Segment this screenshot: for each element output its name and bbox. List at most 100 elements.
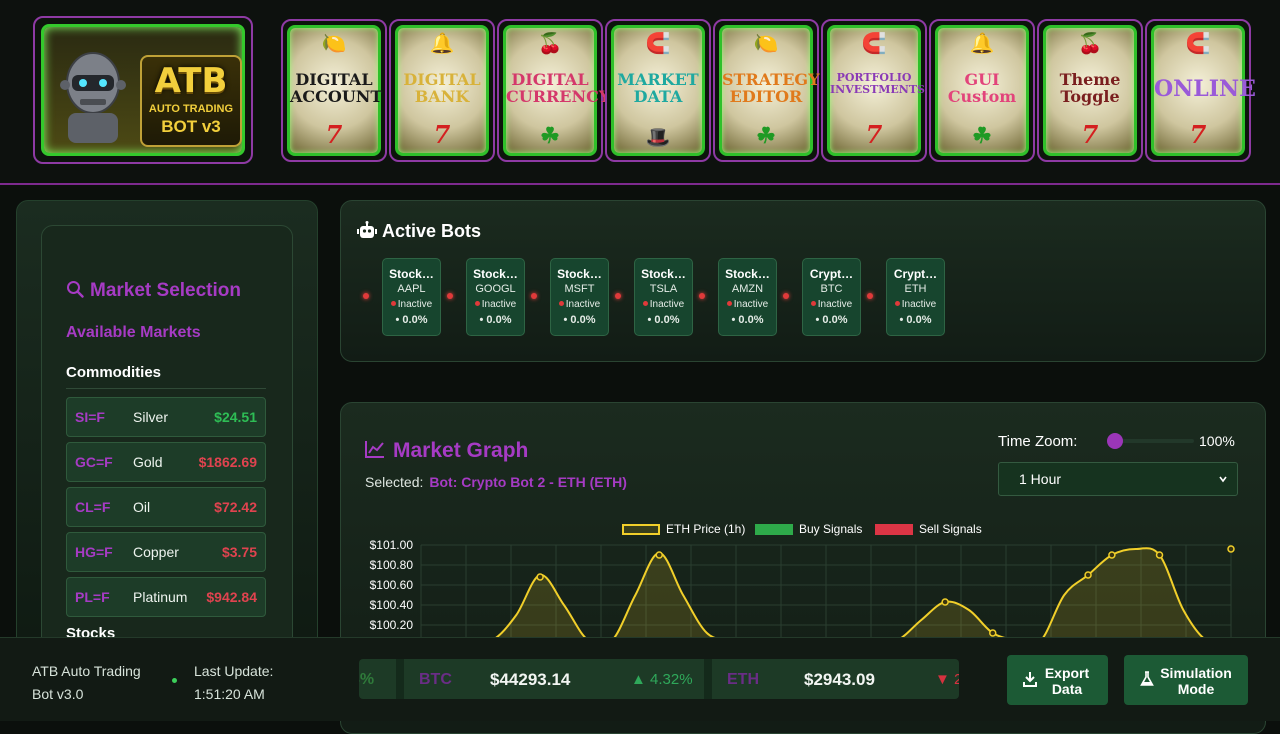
price-point[interactable]: [1227, 545, 1235, 553]
y-tick-label: $100.40: [370, 598, 414, 612]
slot-tile[interactable]: 🧲 MARKET DATA 🎩: [605, 19, 711, 162]
market-symbol: CL=F: [75, 499, 111, 515]
time-zoom-label: Time Zoom:: [998, 433, 1078, 450]
slot-reel-icon: ☘: [540, 123, 560, 149]
bot-symbol: BTC: [820, 283, 843, 295]
available-markets-heading: Available Markets: [66, 324, 201, 341]
bot-card[interactable]: Stock… GOOGL Inactive • 0.0%: [466, 258, 525, 336]
last-update-time: 1:51:20 AM: [194, 686, 265, 702]
market-price: $3.75: [221, 544, 257, 560]
slot-tile[interactable]: 🍋 DIGITAL ACCOUNT 7: [281, 19, 387, 162]
timeframe-select[interactable]: 1 Hour: [998, 462, 1238, 496]
market-symbol: SI=F: [75, 409, 105, 425]
category-heading: Commodities: [66, 364, 162, 381]
price-point[interactable]: [536, 573, 544, 581]
bot-status: Inactive: [817, 299, 853, 310]
chevron-down-icon: [1219, 476, 1227, 483]
logo-subtitle: AUTO TRADING: [148, 103, 234, 115]
export-data-button[interactable]: Export Data: [1007, 655, 1108, 705]
timeframe-value: 1 Hour: [1019, 471, 1062, 487]
logo-version: BOT v3: [161, 117, 221, 136]
simulation-mode-button[interactable]: Simulation Mode: [1124, 655, 1248, 705]
slot-label: Toggle: [1060, 86, 1120, 106]
time-zoom-handle[interactable]: [1107, 433, 1123, 449]
status-indicator: [642, 301, 648, 306]
status-indicator: [810, 301, 816, 306]
slot-tile[interactable]: 🍋 STRATEGY EDITOR ☘: [713, 19, 819, 162]
bot-card[interactable]: Stock… MSFT Inactive • 0.0%: [550, 258, 609, 336]
slot-symbol-icon: 🍒: [537, 33, 563, 55]
time-zoom-slider[interactable]: [1114, 439, 1194, 443]
status-dot: [172, 678, 177, 683]
app-logo[interactable]: ATB AUTO TRADING BOT v3: [33, 16, 253, 164]
price-ticker: 3% BTC $44293.14 ▲ 4.32% ETH $2943.09 ▼ …: [359, 659, 959, 699]
y-tick-label: $100.20: [370, 618, 414, 632]
slot-tile[interactable]: 🔔 GUI Custom ☘: [929, 19, 1035, 162]
slot-symbol-icon: 🍋: [321, 33, 347, 55]
bot-card[interactable]: Stock… AAPL Inactive • 0.0%: [382, 258, 441, 336]
bot-name: Crypt…: [809, 267, 854, 281]
bot-card[interactable]: Crypt… BTC Inactive • 0.0%: [802, 258, 861, 336]
slot-reel-icon: 7: [325, 120, 343, 149]
status-indicator: [474, 301, 480, 306]
slot-reel-icon: 7: [433, 120, 451, 149]
legend-buy[interactable]: Buy Signals: [755, 522, 862, 536]
bot-symbol: MSFT: [564, 283, 595, 295]
market-item[interactable]: HG=F Copper $3.75: [66, 532, 266, 572]
market-price: $24.51: [214, 409, 257, 425]
bot-symbol: ETH: [904, 283, 927, 295]
market-name: Copper: [133, 544, 179, 560]
flask-icon: [1140, 671, 1154, 686]
market-symbol: PL=F: [75, 589, 110, 605]
market-name: Oil: [133, 499, 151, 515]
ticker-item: 3%: [359, 659, 399, 699]
slot-label: DATA: [633, 86, 683, 106]
price-point[interactable]: [1155, 551, 1164, 559]
market-item[interactable]: PL=F Platinum $942.84: [66, 577, 266, 617]
slot-tile[interactable]: 🍒 Theme Toggle 7: [1037, 19, 1143, 162]
chart-line-icon: [365, 441, 384, 458]
bot-card[interactable]: Crypt… ETH Inactive • 0.0%: [886, 258, 945, 336]
selected-label: Selected:: [365, 474, 424, 490]
market-item[interactable]: GC=F Gold $1862.69: [66, 442, 266, 482]
bot-name: Stock…: [473, 267, 518, 281]
market-graph-title: Market Graph: [393, 439, 529, 462]
price-point[interactable]: [655, 551, 663, 559]
slot-symbol-icon: 🧲: [1185, 33, 1211, 55]
slot-reel-icon: 🎩: [645, 125, 671, 149]
price-point[interactable]: [941, 598, 949, 606]
legend-price[interactable]: ETH Price (1h): [622, 522, 745, 536]
download-icon: [1023, 672, 1037, 687]
bot-pnl: • 0.0%: [731, 314, 764, 326]
price-point[interactable]: [1108, 551, 1116, 559]
market-item[interactable]: SI=F Silver $24.51: [66, 397, 266, 437]
bot-card[interactable]: Stock… TSLA Inactive • 0.0%: [634, 258, 693, 336]
ticker-price: $2943.09: [804, 670, 875, 689]
market-item[interactable]: CL=F Oil $72.42: [66, 487, 266, 527]
slot-tile[interactable]: 🧲 ONLINE 7: [1145, 19, 1256, 162]
price-point[interactable]: [1084, 571, 1092, 579]
legend-sell[interactable]: Sell Signals: [875, 522, 982, 536]
status-indicator: [894, 301, 900, 306]
arrow-down-icon: ▼: [935, 671, 955, 688]
ticker-symbol: BTC: [419, 671, 452, 688]
bot-name: Crypt…: [893, 267, 938, 281]
bot-card[interactable]: Stock… AMZN Inactive • 0.0%: [718, 258, 777, 336]
slot-reel-icon: ☘: [756, 123, 776, 149]
slot-tile[interactable]: 🔔 DIGITAL BANK 7: [389, 19, 495, 162]
slot-tile[interactable]: 🍒 DIGITAL CURRENCY ☘: [497, 19, 610, 162]
market-symbol: GC=F: [75, 454, 113, 470]
slot-label: PORTFOLIO: [836, 71, 912, 84]
price-chart: $101.00$100.80$100.60$100.40$100.20$100.…: [370, 538, 1235, 647]
bot-status-dot: [783, 293, 789, 299]
logo-title: ATB: [154, 61, 228, 101]
slot-tile[interactable]: 🧲 PORTFOLIO INVESTMENTS 7: [821, 19, 927, 162]
bot-pnl: • 0.0%: [647, 314, 680, 326]
status-indicator: [558, 301, 564, 306]
price-point[interactable]: [989, 629, 997, 637]
export-label: Export Data: [1044, 665, 1090, 697]
market-selection-panel: Market Selection Available Markets Commo…: [41, 225, 293, 657]
bot-name: Stock…: [557, 267, 602, 281]
slot-label: ACCOUNT: [290, 86, 383, 106]
market-price: $72.42: [214, 499, 257, 515]
